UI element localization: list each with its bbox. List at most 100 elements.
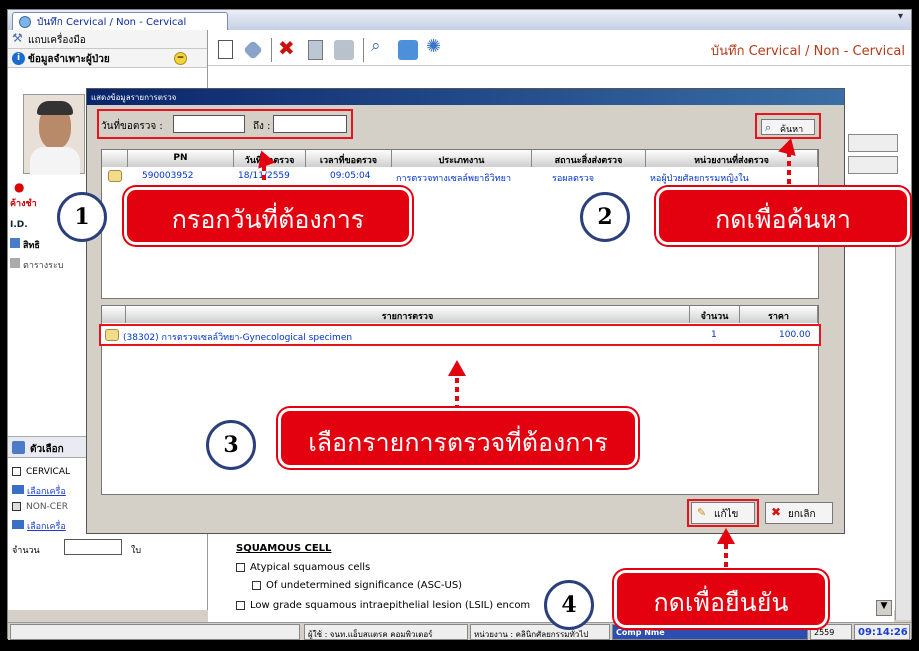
right-field-1: [848, 134, 898, 152]
col-pn: PN: [128, 150, 234, 167]
table-row[interactable]: 590003952 18/11/2559 09:05:04 การตรวจทาง…: [102, 168, 818, 184]
status-time: 09:14:26: [854, 624, 910, 640]
edit-button[interactable]: ✎ แก้ไข: [691, 502, 755, 524]
rights-item[interactable]: สิทธิ: [10, 238, 40, 252]
search-button-highlight: ⌕ ค้นหา: [755, 113, 821, 139]
arrow-2-line: [787, 152, 791, 184]
cancel-button[interactable]: ✖ ยกเลิก: [765, 502, 833, 524]
patient-photo: [23, 94, 85, 175]
quantity-input[interactable]: [64, 539, 122, 555]
printer-icon: [12, 520, 24, 529]
date-filter-box: วันที่ขอตรวจ : ถึง :: [97, 109, 353, 139]
search-tool-icon[interactable]: ⌕: [371, 36, 391, 56]
cell-price: 100.00: [779, 330, 811, 340]
arrow-1-line: [262, 166, 266, 184]
blood-drop-icon: ●: [14, 180, 25, 194]
step-2-callout: กดเพื่อค้นหา: [656, 187, 910, 245]
select-printer-link-2[interactable]: เลือกเครื่อ: [12, 519, 66, 533]
arrow-3-head: [448, 360, 466, 376]
toolbar: ✖ ⌕ ✺ บันทึก Cervical / Non - Cervical: [208, 30, 911, 66]
step-3-callout: เลือกรายการตรวจที่ต้องการ: [278, 408, 638, 468]
options-icon: [12, 441, 25, 454]
save-icon[interactable]: [243, 40, 263, 60]
arrow-4-head: [717, 528, 735, 544]
new-icon[interactable]: [218, 40, 233, 59]
date-to-label: ถึง :: [253, 121, 271, 132]
close-icon: ✖: [771, 505, 782, 519]
step-2-number: 2: [580, 192, 630, 242]
id-label: I.D.: [10, 220, 28, 230]
printer-icon: [12, 485, 24, 494]
tab-label: บันทึก Cervical / Non - Cervical: [37, 17, 187, 28]
test-item-row[interactable]: (38302) การตรวจเซลล์วิทยา-Gynecological …: [99, 324, 821, 346]
tools-header[interactable]: ⚒ แถบเครื่องมือ: [8, 30, 207, 49]
col-specimen-status: สถานะสิ่งส่งตรวจ: [532, 150, 646, 167]
dialog-title: แสดงข้อมูลรายการตรวจ: [87, 89, 844, 105]
date-from-input[interactable]: [173, 115, 245, 133]
toolbar-divider: [271, 38, 272, 62]
form-scroll-down-button[interactable]: ▼: [876, 600, 892, 616]
atypical-checkbox[interactable]: Atypical squamous cells: [236, 562, 370, 573]
main-scrollbar[interactable]: [895, 200, 911, 620]
status-department: หน่วยงาน : คลินิกศัลยกรรมทั่วไป: [470, 624, 610, 640]
date-to-input[interactable]: [273, 115, 347, 133]
tab-dropdown-icon[interactable]: ▾: [898, 11, 903, 22]
arrow-3-line: [455, 378, 459, 408]
lsil-checkbox[interactable]: Low grade squamous intraepithelial lesio…: [236, 600, 530, 614]
non-cervical-checkbox[interactable]: NON-CER: [12, 502, 68, 512]
status-user: ผู้ใช้ : จนท.แอ็บสแตรค คอมพิวเตอร์: [304, 624, 468, 640]
asc-us-checkbox[interactable]: Of undetermined significance (ASC-US): [252, 580, 462, 591]
arrow-4-line: [724, 544, 728, 572]
cell-work-type: การตรวจทางเซลล์พยาธิวิทยา: [396, 174, 512, 184]
cell-test-item: (38302) การตรวจเซลล์วิทยา-Gynecological …: [123, 333, 353, 343]
col-quantity: จำนวน: [690, 306, 740, 323]
cell-status: รอผลตรวจ: [552, 174, 595, 184]
search-icon: ⌕: [765, 121, 772, 134]
quantity-unit: ใบ: [131, 546, 142, 556]
record-icon: [19, 16, 31, 28]
pencil-icon: ✎: [697, 506, 707, 519]
export-icon[interactable]: [398, 40, 418, 60]
status-blank: [10, 624, 300, 640]
main-title: บันทึก Cervical / Non - Cervical: [710, 44, 905, 59]
toolbar-divider: [363, 38, 364, 62]
patient-status: ค้างชำ: [10, 199, 37, 209]
cervical-checkbox[interactable]: CERVICAL: [12, 467, 70, 477]
pointer-hand-icon: [105, 329, 119, 341]
settings-icon[interactable]: ✺: [426, 36, 446, 57]
schedule-icon: [10, 258, 20, 268]
col-request-time: เวลาที่ขอตรวจ: [306, 150, 392, 167]
col-price: ราคา: [740, 306, 818, 323]
pointer-hand-icon: [108, 170, 122, 182]
print-icon[interactable]: [334, 40, 354, 60]
collapse-icon[interactable]: −: [174, 52, 187, 65]
cell-quantity: 1: [711, 330, 717, 340]
delete-icon[interactable]: ✖: [278, 36, 298, 60]
tab-bar: บันทึก Cervical / Non - Cervical ▾: [8, 10, 911, 30]
step-3-number: 3: [206, 420, 256, 470]
col-work-type: ประเภทงาน: [392, 150, 532, 167]
info-icon: i: [12, 52, 25, 65]
rights-icon: [10, 238, 20, 248]
right-field-2: [848, 156, 898, 174]
col-test-item: รายการตรวจ: [126, 306, 690, 323]
step-1-callout: กรอกวันที่ต้องการ: [124, 187, 412, 245]
cell-time: 09:05:04: [330, 171, 371, 181]
step-4-callout: กดเพื่อยืนยัน: [614, 570, 828, 628]
step-1-number: 1: [57, 192, 107, 242]
tools-icon: ⚒: [12, 31, 23, 45]
squamous-title: SQUAMOUS CELL: [236, 543, 332, 554]
patient-info-header[interactable]: i ข้อมูลจำเพาะผู้ป่วย −: [8, 49, 207, 68]
tab-cervical[interactable]: บันทึก Cervical / Non - Cervical: [12, 12, 228, 30]
edit-icon[interactable]: [308, 40, 323, 60]
step-4-number: 4: [544, 580, 594, 630]
request-table-header: [102, 150, 128, 167]
cell-department: หอผู้ป่วยศัลยกรรมหญิงใน: [650, 174, 749, 184]
quantity-label: จำนวน: [12, 546, 40, 556]
items-table-header: [102, 306, 126, 323]
search-button[interactable]: ⌕ ค้นหา: [761, 119, 815, 135]
select-printer-link-1[interactable]: เลือกเครื่อ: [12, 484, 66, 498]
cell-pn: 590003952: [142, 171, 194, 181]
schedule-item[interactable]: ตารางระบ: [10, 258, 64, 272]
date-from-label: วันที่ขอตรวจ :: [101, 121, 163, 132]
